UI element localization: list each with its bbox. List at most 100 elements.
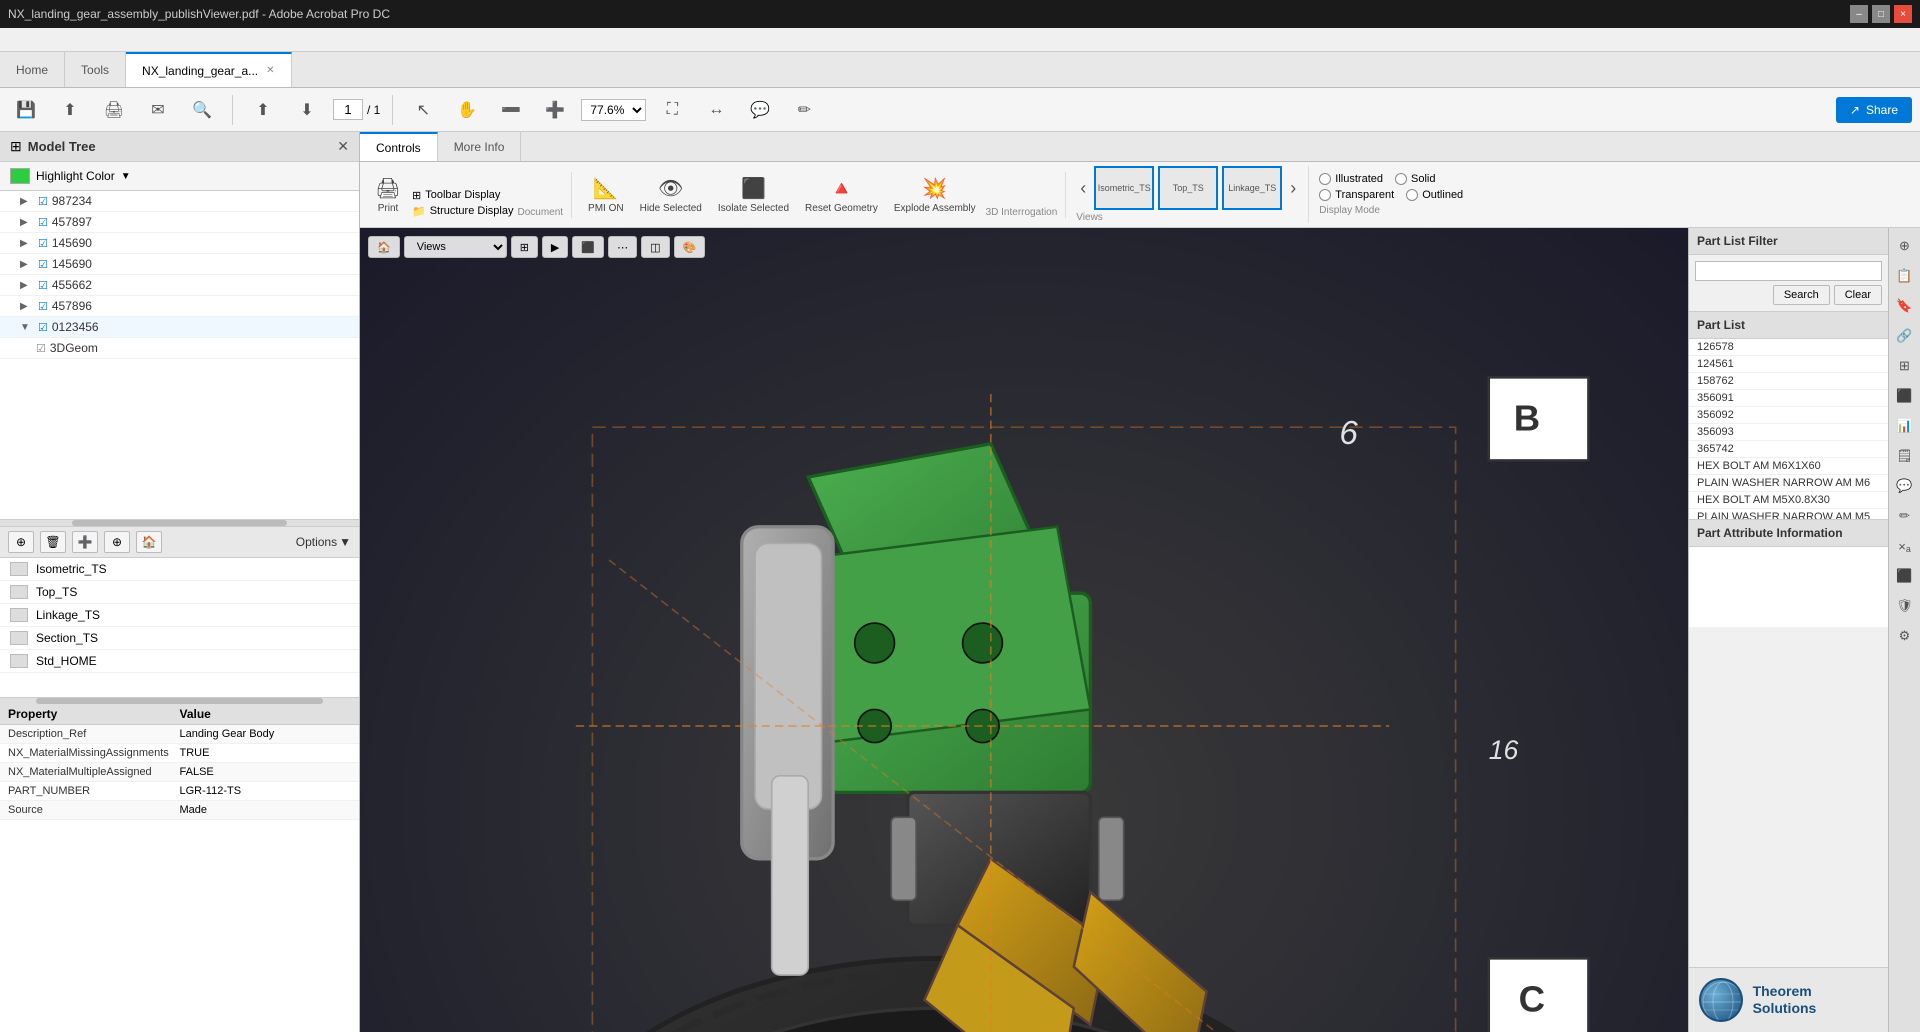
tab-home[interactable]: Home [0, 52, 65, 87]
plus-small-button[interactable]: ➕ [72, 531, 98, 553]
zoom-in-button[interactable]: ➕ [537, 92, 573, 128]
close-panel-button[interactable]: ✕ [337, 138, 349, 155]
comment-button[interactable]: 💬 [742, 92, 778, 128]
save-button[interactable]: 💾 [8, 92, 44, 128]
part-item-hex-bolt-m5[interactable]: HEX BOLT AM M5X0.8X30 [1689, 492, 1888, 509]
viewport-home-btn[interactable]: 🏠 [368, 236, 400, 258]
part-item-158762[interactable]: 158762 [1689, 373, 1888, 390]
tab-close-icon[interactable]: ✕ [266, 65, 274, 76]
print-button[interactable]: 🖨 Print [368, 172, 408, 218]
explode-button[interactable]: 💥 Explode Assembly [888, 172, 982, 218]
solid-radio[interactable]: Solid [1395, 173, 1435, 185]
upload-button[interactable]: ⬆ [52, 92, 88, 128]
outlined-radio[interactable]: Outlined [1406, 189, 1463, 201]
tab-controls[interactable]: Controls [360, 132, 438, 161]
share-button[interactable]: ↗ Share [1836, 97, 1912, 123]
part-filter-input[interactable] [1695, 261, 1882, 281]
home-small-button[interactable]: 🏠 [136, 531, 162, 553]
minimize-button[interactable]: – [1850, 5, 1868, 23]
zoom-out-button[interactable]: ➖ [493, 92, 529, 128]
top-ts-view[interactable]: Top_TS [1158, 166, 1218, 210]
part-item-plain-washer-m5[interactable]: PLAIN WASHER NARROW AM M5 [1689, 509, 1888, 519]
right-icon-1[interactable]: ⊕ [1891, 232, 1919, 260]
circle-small-button[interactable]: ⊕ [104, 531, 130, 553]
view-item-isometric[interactable]: Isometric_TS [0, 558, 359, 581]
viewport-views-select[interactable]: Views Isometric_TS Top_TS [404, 236, 507, 258]
nav-up-button[interactable]: ⬆ [245, 92, 281, 128]
transparent-radio[interactable]: Transparent [1319, 189, 1394, 201]
right-icon-4[interactable]: 🔗 [1891, 322, 1919, 350]
viewport-cube-btn[interactable]: ⬛ [572, 236, 604, 258]
cursor-button[interactable]: ↖ [405, 92, 441, 128]
viewport-grid-btn[interactable]: ⊞ [511, 236, 538, 258]
tab-more-info[interactable]: More Info [438, 132, 522, 161]
toolbar-display-btn[interactable]: ⊞ Toolbar Display [412, 189, 513, 202]
tree-item-145690b[interactable]: ▶ ☑ 145690 [0, 254, 359, 275]
viewport-more-btn[interactable]: ⋯ [608, 236, 637, 258]
tree-item-987234[interactable]: ▶ ☑ 987234 [0, 191, 359, 212]
right-icon-12[interactable]: ⬛ [1891, 562, 1919, 590]
right-icon-11[interactable]: ×ₐ [1891, 532, 1919, 560]
fit-page-button[interactable]: ⛶ [654, 92, 690, 128]
tab-tools[interactable]: Tools [65, 52, 126, 87]
views-prev-button[interactable]: ‹ [1076, 178, 1090, 199]
view-item-std[interactable]: Std_HOME [0, 650, 359, 673]
right-icon-13[interactable]: 🛡 [1891, 592, 1919, 620]
isometric-ts-view[interactable]: Isometric_TS [1094, 166, 1154, 210]
pan-button[interactable]: ✋ [449, 92, 485, 128]
viewport-shade-btn[interactable]: ◫ [641, 236, 669, 258]
part-item-356091[interactable]: 356091 [1689, 390, 1888, 407]
fit-width-button[interactable]: ↔ [698, 92, 734, 128]
clear-button[interactable]: Clear [1834, 285, 1882, 305]
structure-display-btn[interactable]: 📁 Structure Display [412, 205, 513, 218]
print-toolbar-button[interactable]: 🖨 [96, 92, 132, 128]
part-item-124561[interactable]: 124561 [1689, 356, 1888, 373]
tab-document[interactable]: NX_landing_gear_a... ✕ [126, 52, 291, 87]
linkage-ts-view[interactable]: Linkage_TS [1222, 166, 1282, 210]
right-icon-8[interactable]: 🗒 [1891, 442, 1919, 470]
options-button[interactable]: Options ▼ [296, 535, 351, 549]
tree-item-457896[interactable]: ▶ ☑ 457896 [0, 296, 359, 317]
maximize-button[interactable]: □ [1872, 5, 1890, 23]
part-item-plain-washer-m6[interactable]: PLAIN WASHER NARROW AM M6 [1689, 475, 1888, 492]
tree-item-457897[interactable]: ▶ ☑ 457897 [0, 212, 359, 233]
right-icon-7[interactable]: 📊 [1891, 412, 1919, 440]
tree-item-0123456[interactable]: ▼ ☑ 0123456 [0, 317, 359, 338]
view-item-linkage[interactable]: Linkage_TS [0, 604, 359, 627]
markup-button[interactable]: ✏ [786, 92, 822, 128]
highlight-color-dropdown-icon[interactable]: ▼ [121, 171, 131, 182]
tree-item-455662[interactable]: ▶ ☑ 455662 [0, 275, 359, 296]
part-item-365742[interactable]: 365742 [1689, 441, 1888, 458]
illustrated-radio[interactable]: Illustrated [1319, 173, 1383, 185]
email-button[interactable]: ✉ [140, 92, 176, 128]
add-small-button[interactable]: ⊕ [8, 531, 34, 553]
views-next-button[interactable]: › [1286, 178, 1300, 199]
right-icon-3[interactable]: 🔖 [1891, 292, 1919, 320]
zoom-select[interactable]: 77.6% 100% 150% [581, 99, 646, 121]
right-icon-5[interactable]: ⊞ [1891, 352, 1919, 380]
part-item-hex-bolt-m6[interactable]: HEX BOLT AM M6X1X60 [1689, 458, 1888, 475]
search-button[interactable]: 🔍 [184, 92, 220, 128]
view-item-section[interactable]: Section_TS [0, 627, 359, 650]
viewport[interactable]: 6 16 9 B C F 395 [360, 228, 1688, 1032]
tree-item-3dgeom[interactable]: ☑ 3DGeom [0, 338, 359, 359]
right-icon-14[interactable]: ⚙ [1891, 622, 1919, 650]
search-button[interactable]: Search [1773, 285, 1830, 305]
right-icon-2[interactable]: 📋 [1891, 262, 1919, 290]
pmi-button[interactable]: 📐 PMI ON [582, 172, 630, 218]
part-item-356092[interactable]: 356092 [1689, 407, 1888, 424]
right-icon-6[interactable]: ⬛ [1891, 382, 1919, 410]
viewport-color-btn[interactable]: 🎨 [674, 236, 706, 258]
part-item-356093[interactable]: 356093 [1689, 424, 1888, 441]
nav-down-button[interactable]: ⬇ [289, 92, 325, 128]
tree-item-145690a[interactable]: ▶ ☑ 145690 [0, 233, 359, 254]
view-item-top[interactable]: Top_TS [0, 581, 359, 604]
right-icon-9[interactable]: 💬 [1891, 472, 1919, 500]
reset-geometry-button[interactable]: 🔺 Reset Geometry [799, 172, 884, 218]
close-button[interactable]: × [1894, 5, 1912, 23]
right-icon-10[interactable]: ✏ [1891, 502, 1919, 530]
isolate-button[interactable]: ⬛ Isolate Selected [712, 172, 795, 218]
part-item-126578[interactable]: 126578 [1689, 339, 1888, 356]
hide-selected-button[interactable]: 👁 Hide Selected [634, 172, 708, 218]
viewport-play-btn[interactable]: ▶ [542, 236, 568, 258]
